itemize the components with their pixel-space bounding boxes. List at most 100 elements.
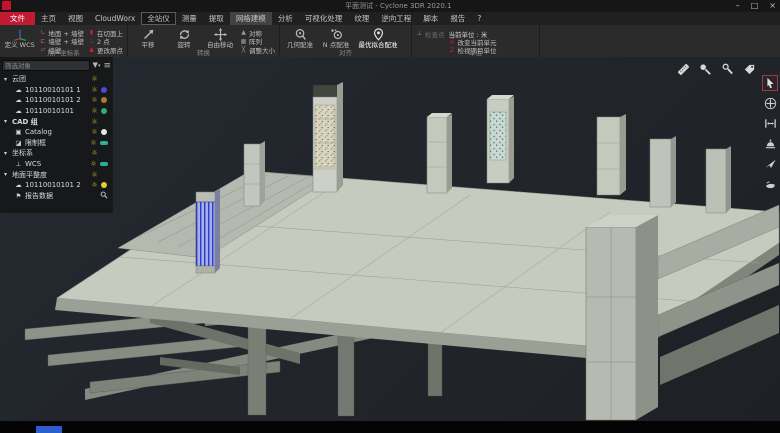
n-points-registration-button[interactable]: N 点配准 bbox=[320, 26, 352, 49]
pan-move-icon[interactable] bbox=[763, 96, 777, 110]
tab-visualization[interactable]: 可视化处理 bbox=[299, 12, 349, 25]
app-logo-icon bbox=[2, 1, 11, 10]
maximize-button[interactable]: □ bbox=[751, 1, 759, 11]
3d-model-view[interactable] bbox=[0, 57, 780, 421]
tab-analysis[interactable]: 分析 bbox=[272, 12, 299, 25]
tab-extract[interactable]: 提取 bbox=[203, 12, 230, 25]
tab-help[interactable]: ? bbox=[471, 12, 487, 25]
tree-item-wcs[interactable]: ⊥ WCS ☼ bbox=[2, 159, 111, 170]
filter-funnel-icon[interactable]: ▼▾ bbox=[93, 60, 101, 71]
color-swatch[interactable] bbox=[100, 141, 108, 145]
3d-viewport[interactable] bbox=[0, 57, 780, 421]
ribbon-group-label: 用户坐标系 bbox=[0, 47, 127, 57]
annotate-pin-icon[interactable] bbox=[698, 62, 712, 76]
visibility-icon[interactable]: ☼ bbox=[90, 128, 99, 136]
report-flag-icon: ⚑ bbox=[14, 192, 23, 200]
axis-icon: ⊥ bbox=[14, 160, 23, 168]
panel-menu-icon[interactable]: ≡ bbox=[103, 61, 111, 71]
tab-view[interactable]: 视图 bbox=[62, 12, 89, 25]
tree-group-cad[interactable]: ▾ CAD 组 ☼ bbox=[2, 116, 111, 127]
color-swatch[interactable] bbox=[101, 108, 107, 114]
project-tree-panel: ▼▾ ≡ ▾ 云团 ☼ ☁ 10110010101 1 ☼ ☁ 10110010… bbox=[0, 57, 113, 213]
checkpoint-button[interactable]: ⊥检查点 bbox=[416, 30, 445, 38]
free-move-button[interactable]: 自由移动 bbox=[204, 26, 236, 49]
tab-home[interactable]: 主页 bbox=[35, 12, 62, 25]
column-speckled-yellow[interactable] bbox=[313, 82, 343, 192]
close-button[interactable]: × bbox=[769, 1, 776, 11]
geometric-registration-icon bbox=[293, 28, 308, 41]
color-swatch[interactable] bbox=[101, 129, 107, 135]
visibility-icon[interactable]: ☼ bbox=[90, 75, 99, 83]
navigation-toolbar bbox=[763, 76, 777, 190]
visibility-icon[interactable]: ☼ bbox=[89, 139, 98, 147]
define-wcs-button[interactable]: 定义 WCS bbox=[4, 26, 35, 49]
orbit-camera-icon[interactable] bbox=[763, 136, 777, 150]
tab-measure[interactable]: 测量 bbox=[176, 12, 203, 25]
tab-texture[interactable]: 纹理 bbox=[348, 12, 375, 25]
ribbon-toolbar: 定义 WCS ∟地面 + 墙壁 ⊏墙壁 + 墙壁 ▱墙壁 ▮在切面上 ∴2 点 … bbox=[0, 25, 780, 58]
ribbon-group-transform: 平移 旋转 自由移动 bbox=[128, 25, 280, 57]
collapse-caret-icon[interactable]: ▾ bbox=[4, 76, 10, 83]
tree-item-flatness-cloud[interactable]: ☁ 10110010101 2 ☼ bbox=[2, 180, 111, 191]
tab-meshing[interactable]: 网格建模 bbox=[230, 12, 272, 25]
window-title: 平面测试 - Cyclone 3DR 2020.1 bbox=[345, 0, 451, 12]
color-swatch[interactable] bbox=[101, 97, 107, 103]
color-swatch[interactable] bbox=[101, 87, 107, 93]
color-swatch[interactable] bbox=[100, 162, 108, 166]
tree-item-limit-box[interactable]: ◪ 限制框 ☼ bbox=[2, 138, 111, 149]
ribbon-group-label: 对齐 bbox=[280, 47, 411, 57]
scene-tree: ▾ 云团 ☼ ☁ 10110010101 1 ☼ ☁ 10110010101 2… bbox=[2, 74, 111, 201]
tree-item-cloud-1[interactable]: ☁ 10110010101 1 ☼ bbox=[2, 85, 111, 96]
section-icon: ▮ bbox=[88, 29, 95, 36]
tree-group-coordinate-systems[interactable]: ▾ 坐标系 ☼ bbox=[2, 148, 111, 159]
ribbon-tab-bar: 文件 主页 视图 CloudWorx 全站仪 测量 提取 网格建模 分析 可视化… bbox=[0, 12, 780, 25]
best-fit-registration-button[interactable]: 最优拟合配准 bbox=[356, 26, 400, 49]
tab-script[interactable]: 脚本 bbox=[417, 12, 444, 25]
color-swatch[interactable] bbox=[101, 182, 107, 188]
annotate-pin-2-icon[interactable] bbox=[720, 62, 734, 76]
fly-navigation-icon[interactable] bbox=[763, 156, 777, 170]
visibility-icon[interactable]: ☼ bbox=[90, 181, 99, 189]
visibility-icon[interactable]: ☼ bbox=[90, 107, 99, 115]
tab-cloudworx[interactable]: CloudWorx bbox=[89, 12, 141, 25]
inspect-magnifier-icon[interactable] bbox=[100, 191, 108, 201]
annotation-toolbar bbox=[676, 62, 756, 76]
ribbon-group-ucs: 定义 WCS ∟地面 + 墙壁 ⊏墙壁 + 墙壁 ▱墙壁 ▮在切面上 ∴2 点 … bbox=[0, 25, 128, 57]
minimize-button[interactable]: – bbox=[736, 1, 740, 11]
visibility-icon[interactable]: ☼ bbox=[90, 118, 99, 126]
visibility-icon[interactable]: ☼ bbox=[90, 86, 99, 94]
collapse-caret-icon[interactable]: ▾ bbox=[4, 171, 10, 178]
ucs-wall-wall-button[interactable]: ⊏墙壁 + 墙壁 bbox=[39, 38, 84, 46]
point-cloud-icon: ☁ bbox=[14, 86, 23, 94]
collapse-caret-icon[interactable]: ▾ bbox=[4, 118, 10, 125]
tab-file[interactable]: 文件 bbox=[0, 12, 35, 25]
zoom-extents-icon[interactable] bbox=[763, 116, 777, 130]
tree-group-clouds[interactable]: ▾ 云团 ☼ bbox=[2, 74, 111, 85]
array-grid-icon: ▦ bbox=[240, 38, 247, 45]
visibility-icon[interactable]: ☼ bbox=[89, 160, 98, 168]
rotate-button[interactable]: 旋转 bbox=[168, 26, 200, 49]
tree-item-cloud-2[interactable]: ☁ 10110010101 2 ☼ bbox=[2, 95, 111, 106]
filter-objects-input[interactable] bbox=[2, 60, 90, 71]
translate-button[interactable]: 平移 bbox=[132, 26, 164, 49]
visibility-icon[interactable]: ☼ bbox=[90, 149, 99, 157]
tag-icon[interactable] bbox=[742, 62, 756, 76]
geometric-registration-button[interactable]: 几何配准 bbox=[284, 26, 316, 49]
hand-pan-icon[interactable] bbox=[763, 176, 777, 190]
taskbar-accent bbox=[36, 426, 62, 433]
visibility-icon[interactable]: ☼ bbox=[90, 96, 99, 104]
column-blue-scan[interactable] bbox=[196, 189, 220, 273]
select-cursor-icon[interactable] bbox=[763, 76, 777, 90]
measure-ruler-icon[interactable] bbox=[676, 62, 690, 76]
column-speckled-teal[interactable] bbox=[487, 95, 514, 183]
tab-report[interactable]: 报告 bbox=[444, 12, 471, 25]
tree-item-report-data[interactable]: ⚑ 报告数据 bbox=[2, 191, 111, 202]
tree-item-cloud-3[interactable]: ☁ 10110010101 ☼ bbox=[2, 106, 111, 117]
tree-item-catalog[interactable]: ▣ Catalog ☼ bbox=[2, 127, 111, 138]
visibility-icon[interactable]: ☼ bbox=[90, 171, 99, 179]
catalog-icon: ▣ bbox=[14, 128, 23, 136]
collapse-caret-icon[interactable]: ▾ bbox=[4, 150, 10, 157]
tree-group-floor-flatness[interactable]: ▾ 地面平整度 ☼ bbox=[2, 169, 111, 180]
tab-total-station[interactable]: 全站仪 bbox=[141, 12, 176, 25]
tab-reverse-engineering[interactable]: 逆向工程 bbox=[375, 12, 417, 25]
